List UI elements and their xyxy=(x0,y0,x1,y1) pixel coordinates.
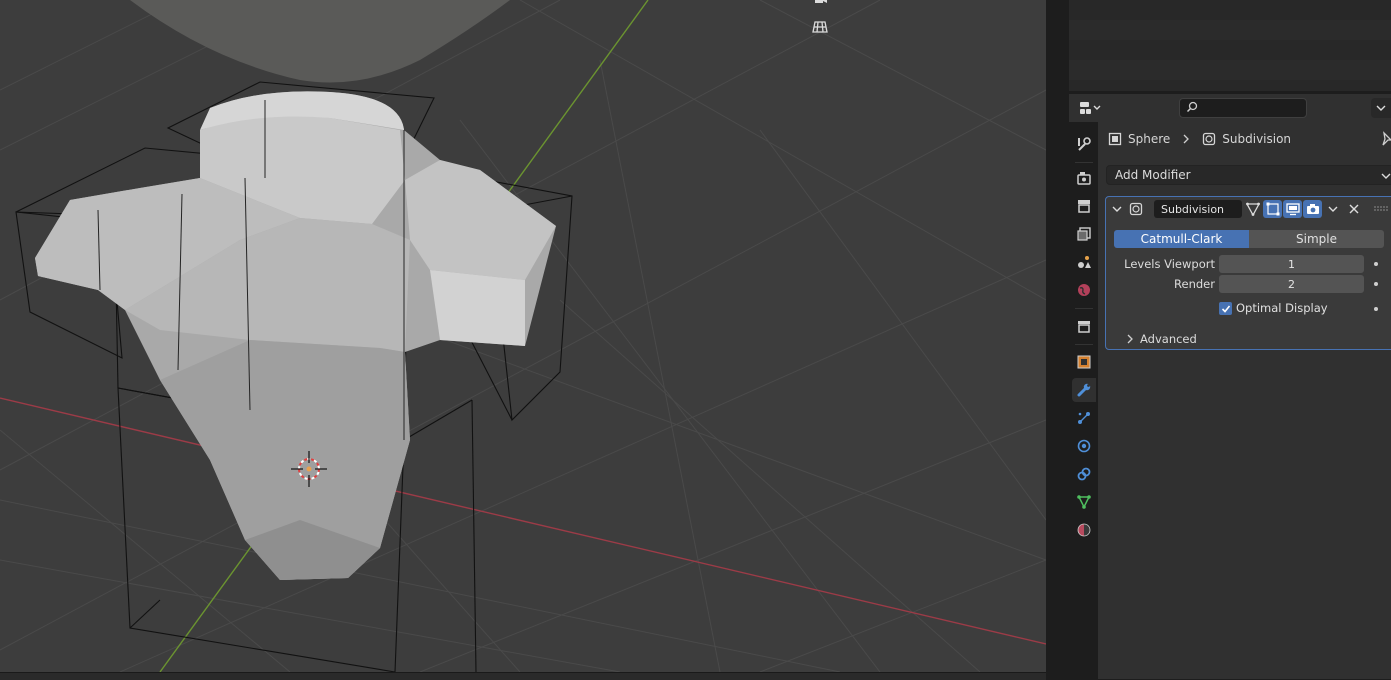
world-icon xyxy=(1078,284,1090,296)
wrench-icon xyxy=(1077,383,1091,397)
tab-world[interactable] xyxy=(1072,278,1096,302)
drag-handle-icon[interactable] xyxy=(1374,205,1388,213)
viewport-scene xyxy=(0,0,1046,672)
collection-icon xyxy=(1078,321,1090,333)
levels-viewport-label: Levels Viewport xyxy=(1124,257,1215,271)
add-modifier-button[interactable]: Add Modifier xyxy=(1106,165,1391,185)
breadcrumb: Sphere Subdivision xyxy=(1108,131,1291,147)
properties-panel: Sphere Subdivision Add Modifier Subdivis… xyxy=(1098,122,1391,679)
render-icon xyxy=(1077,172,1091,185)
chevron-down-icon xyxy=(1381,173,1391,179)
mesh-object-icon xyxy=(1108,132,1122,146)
editor-type-button[interactable] xyxy=(1075,98,1107,118)
modifier-name-field[interactable]: Subdivision xyxy=(1154,200,1242,218)
tab-data[interactable] xyxy=(1072,490,1096,514)
tab-output[interactable] xyxy=(1072,194,1096,218)
pin-icon[interactable] xyxy=(1380,131,1391,147)
tab-modifiers[interactable] xyxy=(1072,378,1096,402)
catmull-clark-option[interactable]: Catmull-Clark xyxy=(1114,230,1249,248)
object-icon xyxy=(1077,355,1091,369)
edit-mode-toggle[interactable] xyxy=(1263,200,1282,218)
properties-tabs xyxy=(1069,122,1097,679)
properties-search[interactable] xyxy=(1179,98,1307,119)
subdivided-mesh xyxy=(35,91,556,580)
tool-icon xyxy=(1078,137,1091,151)
levels-viewport-field[interactable]: 1 xyxy=(1219,255,1364,273)
checkmark-icon xyxy=(1221,304,1230,313)
keyframe-dot[interactable] xyxy=(1374,262,1378,266)
tab-scene[interactable] xyxy=(1072,250,1096,274)
breadcrumb-modifier: Subdivision xyxy=(1222,132,1292,146)
editor-type-icon xyxy=(1080,102,1101,114)
area-separator[interactable] xyxy=(1046,0,1069,679)
outliner-row[interactable] xyxy=(1069,0,1391,20)
options-dropdown[interactable] xyxy=(1371,98,1391,118)
camera-view-icon[interactable] xyxy=(812,0,838,18)
simple-option[interactable]: Simple xyxy=(1249,230,1384,248)
tab-particles[interactable] xyxy=(1072,406,1096,430)
advanced-label: Advanced xyxy=(1140,332,1197,346)
render-levels-field[interactable]: 2 xyxy=(1219,275,1364,293)
top-object xyxy=(130,0,510,83)
monitor-icon xyxy=(1285,203,1300,216)
chevron-right-icon xyxy=(1183,134,1190,144)
keyframe-dot[interactable] xyxy=(1374,307,1378,311)
tab-tool[interactable] xyxy=(1072,132,1096,156)
tab-material[interactable] xyxy=(1072,518,1096,542)
outliner[interactable] xyxy=(1069,0,1391,91)
subdivision-type-selector: Catmull-Clark Simple xyxy=(1114,230,1384,248)
search-icon xyxy=(1186,101,1198,113)
tab-collection[interactable] xyxy=(1072,314,1096,338)
collapse-chevron-icon[interactable] xyxy=(1112,204,1122,214)
on-cage-toggle[interactable] xyxy=(1243,200,1262,218)
close-icon[interactable] xyxy=(1348,203,1360,215)
outliner-row[interactable] xyxy=(1069,20,1391,40)
constraints-icon xyxy=(1077,467,1091,481)
keyframe-dot[interactable] xyxy=(1374,282,1378,286)
render-levels-value: 2 xyxy=(1288,277,1295,291)
physics-icon xyxy=(1077,439,1091,453)
render-toggle[interactable] xyxy=(1303,200,1322,218)
tab-object[interactable] xyxy=(1072,350,1096,374)
subdivision-modifier-icon xyxy=(1129,202,1143,216)
levels-viewport-value: 1 xyxy=(1288,257,1295,271)
add-modifier-label: Add Modifier xyxy=(1115,168,1191,182)
tab-constraints[interactable] xyxy=(1072,462,1096,486)
mesh-data-icon xyxy=(1077,495,1091,509)
camera-icon xyxy=(1306,204,1319,214)
breadcrumb-object: Sphere xyxy=(1128,132,1171,146)
tab-render[interactable] xyxy=(1072,166,1096,190)
properties-header xyxy=(1069,94,1391,122)
optimal-display-checkbox[interactable] xyxy=(1219,302,1232,315)
tab-view-layer[interactable] xyxy=(1072,222,1096,246)
modifier-name: Subdivision xyxy=(1161,202,1225,216)
modifier-panel-subdivision: Subdivision Catmull-Clark Simple Levels … xyxy=(1105,196,1391,350)
modifier-menu-chevron-icon[interactable] xyxy=(1328,205,1338,213)
modifier-header[interactable]: Subdivision xyxy=(1106,197,1391,221)
material-icon xyxy=(1077,523,1091,537)
scene-icon xyxy=(1078,256,1091,268)
chevron-right-icon xyxy=(1127,334,1133,344)
subdivision-icon xyxy=(1203,132,1216,146)
advanced-subpanel-toggle[interactable]: Advanced xyxy=(1126,332,1197,346)
render-levels-label: Render xyxy=(1174,277,1215,291)
particles-icon xyxy=(1078,412,1090,424)
search-input[interactable] xyxy=(1202,99,1306,119)
realtime-toggle[interactable] xyxy=(1283,200,1302,218)
output-icon xyxy=(1078,200,1090,213)
3d-viewport[interactable] xyxy=(0,0,1046,672)
view-layer-icon xyxy=(1077,227,1091,241)
orthographic-grid-icon[interactable] xyxy=(812,20,838,46)
tab-physics[interactable] xyxy=(1072,434,1096,458)
optimal-display-label: Optimal Display xyxy=(1236,301,1328,315)
outliner-row[interactable] xyxy=(1069,60,1391,80)
edit-mode-icon xyxy=(1266,202,1279,216)
on-cage-icon xyxy=(1245,202,1260,216)
outliner-row[interactable] xyxy=(1069,40,1391,60)
chevron-down-icon xyxy=(1376,105,1386,111)
